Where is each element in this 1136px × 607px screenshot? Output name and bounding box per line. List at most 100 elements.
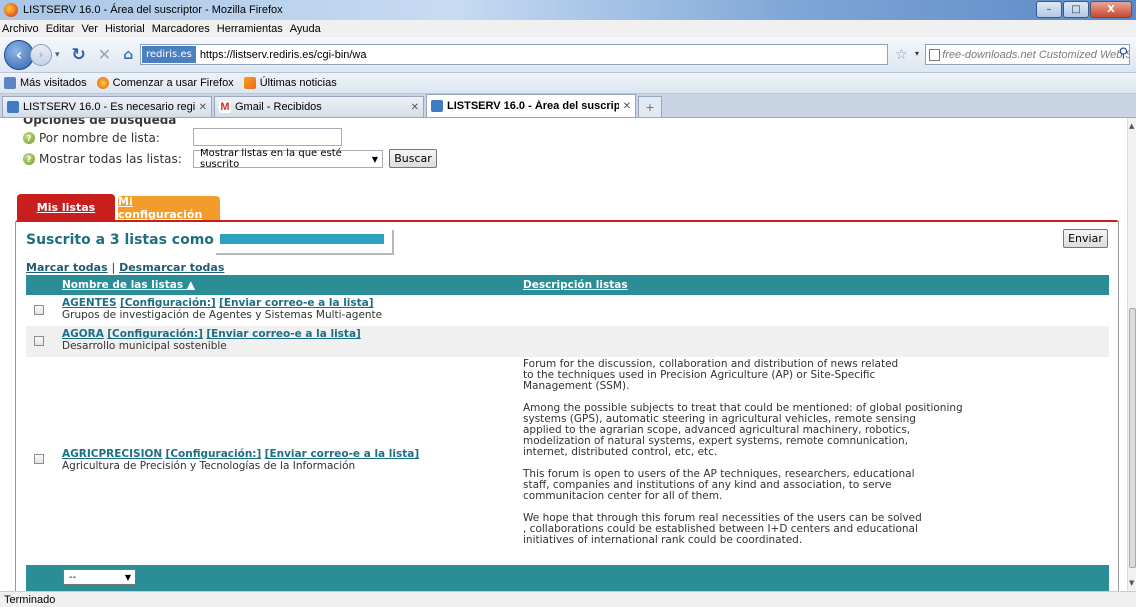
row-checkbox[interactable] (34, 305, 44, 315)
bookmark-mas-visitados[interactable]: Más visitados (4, 77, 87, 89)
close-tab-icon[interactable]: ✕ (199, 102, 207, 113)
url-dropdown-icon[interactable]: ▾ (915, 49, 919, 58)
browser-tab-bar: LISTSERV 16.0 - Es necesario registra...… (0, 94, 1136, 118)
config-link[interactable]: [Configuración:] (120, 297, 216, 309)
list-name-link[interactable]: AGRICPRECISION (62, 448, 162, 460)
show-all-label: Mostrar todas las listas: (39, 152, 182, 166)
desc-paragraph: This forum is open to users of the AP te… (523, 468, 915, 502)
site-identity-badge[interactable]: rediris.es (142, 46, 196, 63)
menu-editar[interactable]: Editar (46, 23, 75, 35)
menu-bar: Archivo Editar Ver Historial Marcadores … (0, 20, 1136, 37)
browser-tab-gmail[interactable]: M Gmail - Recibidos ✕ (214, 96, 424, 117)
scroll-up-icon[interactable]: ▲ (1129, 122, 1134, 130)
bookmark-label: Más visitados (20, 77, 87, 89)
menu-marcadores[interactable]: Marcadores (152, 23, 210, 35)
url-text[interactable]: https://listserv.rediris.es/cgi-bin/wa (200, 49, 367, 61)
maximize-button[interactable]: □ (1063, 1, 1089, 18)
help-icon[interactable]: ? (23, 153, 35, 165)
table-row: AGRICPRECISION [Configuración:] [Enviar … (26, 357, 1109, 563)
forward-arrow-icon[interactable]: › (30, 43, 52, 66)
close-window-button[interactable]: X (1090, 1, 1132, 18)
tab-label: Gmail - Recibidos (235, 101, 322, 113)
close-tab-icon[interactable]: ✕ (623, 101, 631, 112)
config-link[interactable]: [Configuración:] (166, 448, 262, 460)
menu-herramientas[interactable]: Herramientas (217, 23, 283, 35)
new-tab-button[interactable]: + (638, 96, 662, 117)
lists-table: Nombre de las listas ▲ Descripción lista… (26, 275, 1109, 563)
by-name-label: Por nombre de lista: (39, 131, 160, 145)
search-options-title: Opciones de búsqueda (23, 118, 177, 127)
row-checkbox[interactable] (34, 336, 44, 346)
menu-archivo[interactable]: Archivo (2, 23, 39, 35)
scroll-thumb[interactable] (1129, 308, 1136, 568)
bookmark-comenzar-firefox[interactable]: Comenzar a usar Firefox (96, 77, 234, 89)
by-name-row: ? Por nombre de lista: (23, 131, 160, 145)
chevron-down-icon: ▼ (371, 154, 378, 164)
mark-separator: | (111, 261, 116, 274)
listserv-icon (7, 101, 19, 113)
history-dropdown-icon[interactable]: ▾ (55, 50, 60, 60)
list-name-input[interactable] (193, 128, 342, 146)
status-bar: Terminado (0, 591, 1136, 607)
listserv-icon (431, 100, 443, 112)
config-link[interactable]: [Configuración:] (107, 328, 203, 340)
show-all-row: ? Mostrar todas las listas: (23, 152, 182, 166)
unmark-all-link[interactable]: Desmarcar todas (119, 261, 224, 274)
search-button[interactable]: Buscar (389, 149, 437, 168)
tab-mis-listas[interactable]: Mis listas (17, 194, 115, 220)
home-icon[interactable]: ⌂ (123, 47, 133, 63)
sort-by-name-header[interactable]: Nombre de las listas ▲ (62, 279, 195, 291)
mark-links: Marcar todas | Desmarcar todas (26, 261, 224, 274)
send-mail-link[interactable]: [Enviar correo-e a la lista] (206, 328, 361, 340)
window-title: LISTSERV 16.0 - Área del suscriptor - Mo… (23, 4, 283, 16)
menu-ver[interactable]: Ver (81, 23, 98, 35)
desc-paragraph: Among the possible subjects to treat tha… (523, 402, 963, 458)
bookmark-star-icon[interactable]: ☆ (895, 47, 908, 63)
action-select-value: -- (69, 571, 77, 583)
search-magnifier-icon[interactable]: ⚲ (1118, 46, 1128, 61)
stop-icon[interactable]: ✕ (98, 45, 111, 64)
minimize-button[interactable]: – (1036, 1, 1062, 18)
bookmark-label: Comenzar a usar Firefox (112, 77, 234, 89)
list-short-desc: Desarrollo municipal sostenible (62, 340, 227, 352)
rss-feed-icon (243, 77, 256, 89)
page-content: Opciones de búsqueda ? Por nombre de lis… (0, 118, 1127, 591)
show-lists-select[interactable]: Mostrar listas en la que esté suscrito ▼ (193, 148, 383, 170)
show-lists-select-value: Mostrar listas en la que esté suscrito (200, 148, 342, 170)
send-mail-link[interactable]: [Enviar correo-e a la lista] (265, 448, 420, 460)
browser-tab-subscriber-area[interactable]: LISTSERV 16.0 - Área del suscriptor ✕ (426, 94, 636, 117)
row-checkbox[interactable] (34, 453, 44, 464)
bookmark-ultimas-noticias[interactable]: Últimas noticias (243, 77, 337, 89)
table-row: AGORA [Configuración:] [Enviar correo-e … (26, 326, 1109, 357)
scroll-down-icon[interactable]: ▼ (1129, 579, 1134, 587)
tab-label: LISTSERV 16.0 - Área del suscriptor (447, 100, 619, 112)
menu-historial[interactable]: Historial (105, 23, 145, 35)
list-long-desc: Forum for the discussion, collaboration … (523, 357, 1109, 563)
desc-paragraph: Forum for the discussion, collaboration … (523, 358, 899, 392)
search-engine-icon[interactable] (929, 48, 941, 61)
web-search-input[interactable]: free-downloads.net Customized Web Sea ⚲ (925, 44, 1130, 65)
menu-ayuda[interactable]: Ayuda (290, 23, 321, 35)
description-header[interactable]: Descripción listas (523, 279, 628, 291)
help-icon[interactable]: ? (23, 132, 35, 144)
browser-tab-registration[interactable]: LISTSERV 16.0 - Es necesario registra...… (2, 96, 212, 117)
url-bar[interactable]: rediris.es https://listserv.rediris.es/c… (140, 44, 888, 65)
list-name-link[interactable]: AGORA (62, 328, 104, 340)
reload-icon[interactable]: ↻ (72, 45, 86, 65)
mark-all-link[interactable]: Marcar todas (26, 261, 108, 274)
page-scrollbar[interactable]: ▲ ▼ (1127, 118, 1136, 591)
window-titlebar: LISTSERV 16.0 - Área del suscriptor - Mo… (0, 0, 1136, 20)
tab-label: LISTSERV 16.0 - Es necesario registra... (23, 101, 195, 113)
bookmark-label: Últimas noticias (259, 77, 337, 89)
chevron-down-icon: ▼ (124, 572, 131, 582)
close-tab-icon[interactable]: ✕ (411, 102, 419, 113)
send-mail-link[interactable]: [Enviar correo-e a la lista] (219, 297, 374, 309)
table-row: AGENTES [Configuración:] [Enviar correo-… (26, 295, 1109, 326)
action-select[interactable]: -- ▼ (63, 569, 136, 585)
list-name-link[interactable]: AGENTES (62, 297, 117, 309)
most-visited-icon (4, 77, 16, 89)
table-footer: -- ▼ (26, 565, 1109, 591)
send-button[interactable]: Enviar (1063, 229, 1108, 248)
tab-mi-configuracion[interactable]: Mi configuración (118, 195, 220, 221)
search-placeholder: free-downloads.net Customized Web Sea (942, 48, 1129, 61)
